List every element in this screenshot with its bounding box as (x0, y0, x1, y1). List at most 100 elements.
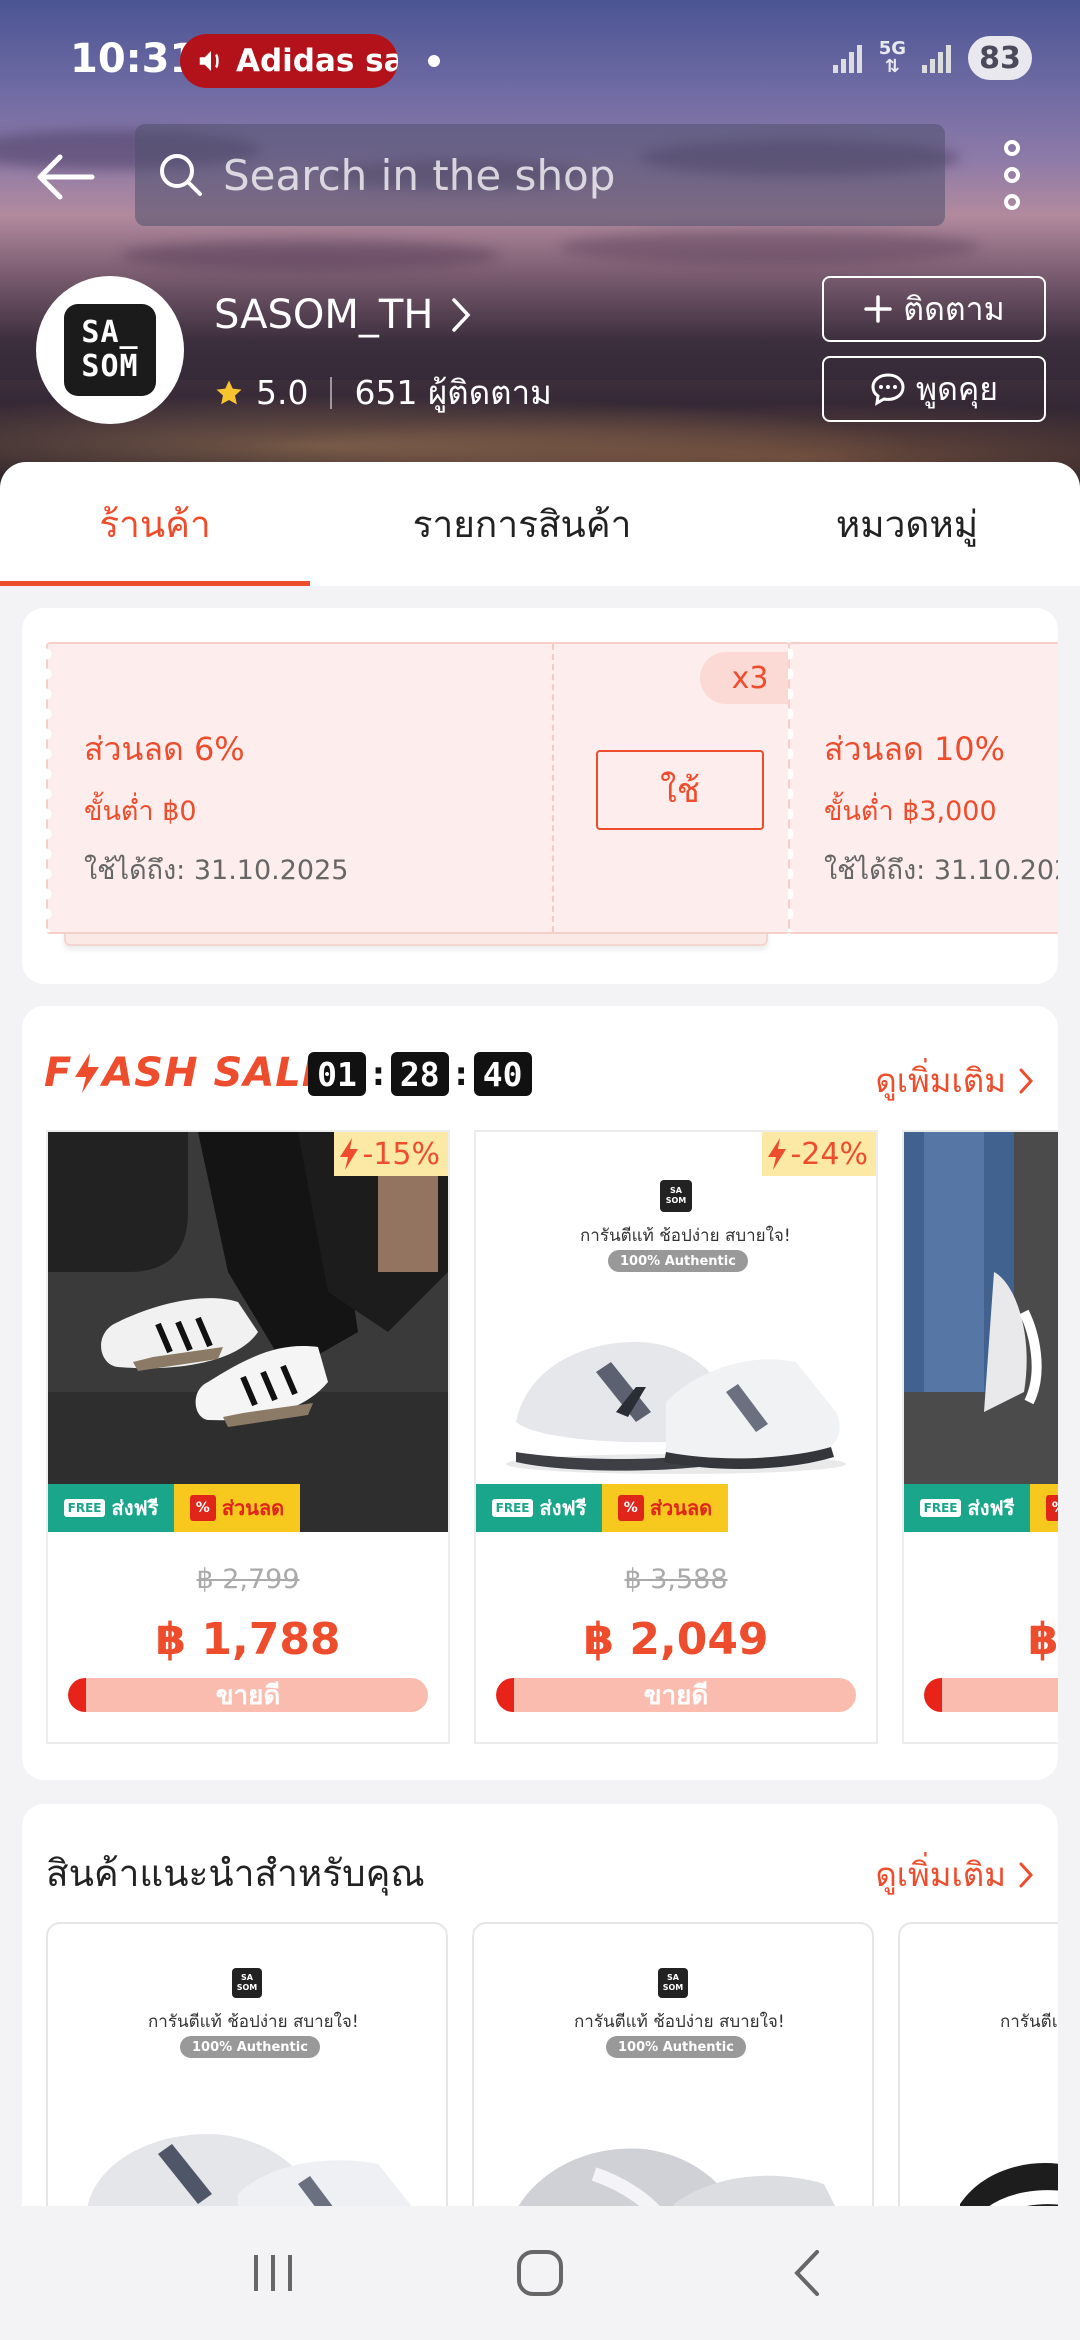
star-icon (216, 380, 242, 404)
chat-button[interactable]: พูดคุย (822, 356, 1046, 422)
shop-tabs: ร้านค้า รายการสินค้า หมวดหมู่ (0, 462, 1080, 586)
sasom-mini-logo: SA SOM (660, 1180, 692, 1212)
flash-sale-see-more[interactable]: ดูเพิ่มเติม (875, 1054, 1034, 1107)
sold-progress-bar: ขายดี (496, 1678, 856, 1712)
sold-progress-bar: ขายดี (68, 1678, 428, 1712)
timer-minutes: 28 (390, 1052, 449, 1096)
timer-hours: 01 (308, 1052, 366, 1096)
sale-price: ฿ 1,788 (155, 1614, 341, 1665)
authentic-pill: 100% Authentic (608, 1250, 748, 1272)
back-arrow-icon (37, 154, 95, 200)
voucher-title: ส่วนลด 10% (824, 730, 1006, 768)
authentic-pill: 100% Authentic (606, 2036, 746, 2058)
voucher-divider (552, 644, 554, 932)
shop-avatar[interactable]: SA_ SOM (36, 276, 184, 424)
flash-product-card[interactable]: SA SOM การันตีแท้ ช้อปง่าย สบายใจ! 100% A… (474, 1130, 878, 1744)
discount-badge: %ส่วนลด (602, 1484, 728, 1532)
image-tagline: การันตีแท้ ช้อปง่าย สบายใจ! (580, 1226, 791, 1246)
system-nav-bar (0, 2206, 1080, 2340)
plus-icon (864, 295, 893, 323)
back-button[interactable] (30, 142, 100, 212)
follow-button[interactable]: ติดตาม (822, 276, 1046, 342)
promo-badges: FREEส่งฟรี %ส่วนลด (48, 1484, 300, 1532)
more-vertical-icon (1004, 140, 1020, 156)
sold-label: ขายดี (643, 1680, 709, 1711)
chevron-right-icon (1019, 1068, 1034, 1093)
nav-back-button[interactable] (757, 2223, 857, 2323)
image-tagline: การันตีแท้ ช้อปง่าย สบายใจ! (574, 2012, 785, 2032)
sasom-mini-logo: SA SOM (232, 1968, 262, 1998)
shop-name-link[interactable]: SASOM_TH (214, 292, 471, 338)
flash-product-card[interactable]: FREEส่งฟรี %ส่วนลด ฿ (902, 1130, 1058, 1744)
image-tagline: การันตีแท้ ช้อปง่าย สบายใจ! (148, 2012, 359, 2032)
shop-name: SASOM_TH (214, 292, 434, 338)
more-options-button[interactable] (992, 140, 1032, 210)
sale-price: ฿ (1028, 1614, 1058, 1665)
recommended-title: สินค้าแนะนำสำหรับคุณ (46, 1852, 425, 1895)
tab-products[interactable]: รายการสินค้า (310, 462, 734, 586)
discount-tag: -24% (762, 1132, 876, 1176)
lightning-icon (340, 1138, 359, 1170)
sold-progress-bar (924, 1678, 1058, 1712)
tab-categories[interactable]: หมวดหมู่ (734, 462, 1080, 586)
status-time: 10:31 (70, 36, 198, 82)
lightning-icon (75, 1053, 100, 1093)
discount-tag: -15% (334, 1132, 448, 1176)
follow-label: ติดตาม (903, 289, 1005, 328)
tab-shop[interactable]: ร้านค้า (0, 462, 310, 586)
nav-back-icon (793, 2250, 819, 2296)
home-icon (516, 2250, 563, 2296)
chevron-right-icon (452, 298, 471, 332)
discount-badge: %ส่วนลด (174, 1484, 300, 1532)
authentic-pill: 100% Authentic (180, 2036, 320, 2058)
recents-icon (254, 2255, 293, 2291)
shop-stats: 5.0 651 ผู้ติดตาม (214, 366, 552, 419)
timer-seconds: 40 (473, 1052, 532, 1096)
discount-badge: %ส่วนลด (1030, 1484, 1058, 1532)
search-placeholder: Search in the shop (223, 150, 616, 200)
product-image (48, 1132, 448, 1532)
cell-signal-icon (922, 45, 951, 73)
lightning-icon (768, 1138, 787, 1170)
home-button[interactable] (490, 2223, 590, 2323)
network-type: 5G ⇅ (878, 38, 906, 77)
image-tagline: การันตีแท้ (1000, 2012, 1058, 2032)
voucher-card[interactable]: ส่วนลด 6% ขั้นต่ำ ฿0 ใช้ได้ถึง: 31.10.20… (46, 642, 800, 934)
top-bar: Search in the shop (0, 124, 1080, 226)
original-price: ฿ 3,588 (624, 1564, 728, 1595)
recents-button[interactable] (223, 2223, 323, 2323)
voucher-section: ส่วนลด 6% ขั้นต่ำ ฿0 ใช้ได้ถึง: 31.10.20… (22, 608, 1058, 984)
product-image: SA SOM การันตีแท้ ช้อปง่าย สบายใจ! 100% A… (476, 1132, 876, 1532)
shop-followers: 651 ผู้ติดตาม (354, 373, 552, 412)
original-price: ฿ 2,799 (196, 1564, 300, 1595)
free-shipping-badge: FREE ส่งฟรี (476, 1484, 602, 1532)
voucher-title: ส่วนลด 6% (84, 730, 245, 768)
voucher-min-spend: ขั้นต่ำ ฿0 (84, 796, 197, 827)
flash-sale-logo: F ASH SALE (44, 1050, 331, 1096)
chevron-right-icon (1019, 1862, 1034, 1887)
voucher-min-spend: ขั้นต่ำ ฿3,000 (824, 796, 997, 827)
sasom-mini-logo: SA SOM (658, 1968, 688, 1998)
shop-info: SA_ SOM SASOM_TH 5.0 651 ผู้ติดตาม ติดตาม… (0, 270, 1080, 430)
flash-product-card[interactable]: -15% FREE ส่งฟรี % ส่วนลด ฿ 2,799 ฿ 1,788 … (46, 1130, 450, 1744)
promo-badges: FREEส่งฟรี %ส่วนลด (904, 1484, 1058, 1532)
voucher-card[interactable]: ส่วนลด 10% ขั้นต่ำ ฿3,000 ใช้ได้ถึง: 31.… (788, 642, 1058, 934)
voucher-quantity: x3 (700, 652, 800, 704)
search-input[interactable]: Search in the shop (135, 124, 945, 226)
chat-label: พูดคุย (915, 369, 999, 408)
wifi-signal-icon (832, 45, 862, 73)
recommended-see-more[interactable]: ดูเพิ่มเติม (875, 1848, 1034, 1901)
free-shipping-badge: FREE ส่งฟรี (48, 1484, 174, 1532)
sale-price: ฿ 2,049 (583, 1614, 769, 1665)
flash-sale-section: F ASH SALE 01: 28: 40 ดูเพิ่มเติม -15% F… (22, 1006, 1058, 1780)
chat-icon (871, 373, 905, 406)
promo-badges: FREEส่งฟรี %ส่วนลด (476, 1484, 728, 1532)
use-voucher-button[interactable]: ใช้ (596, 750, 764, 830)
media-pill-text: Adidas sa (236, 43, 398, 79)
search-icon (160, 154, 202, 196)
battery-indicator: 83 (968, 36, 1032, 80)
media-pill[interactable]: Adidas sa (180, 34, 398, 88)
shop-logo: SA_ SOM (64, 304, 156, 396)
speaker-icon (199, 51, 219, 71)
free-shipping-badge: FREE ส่งฟรี (904, 1484, 1030, 1532)
